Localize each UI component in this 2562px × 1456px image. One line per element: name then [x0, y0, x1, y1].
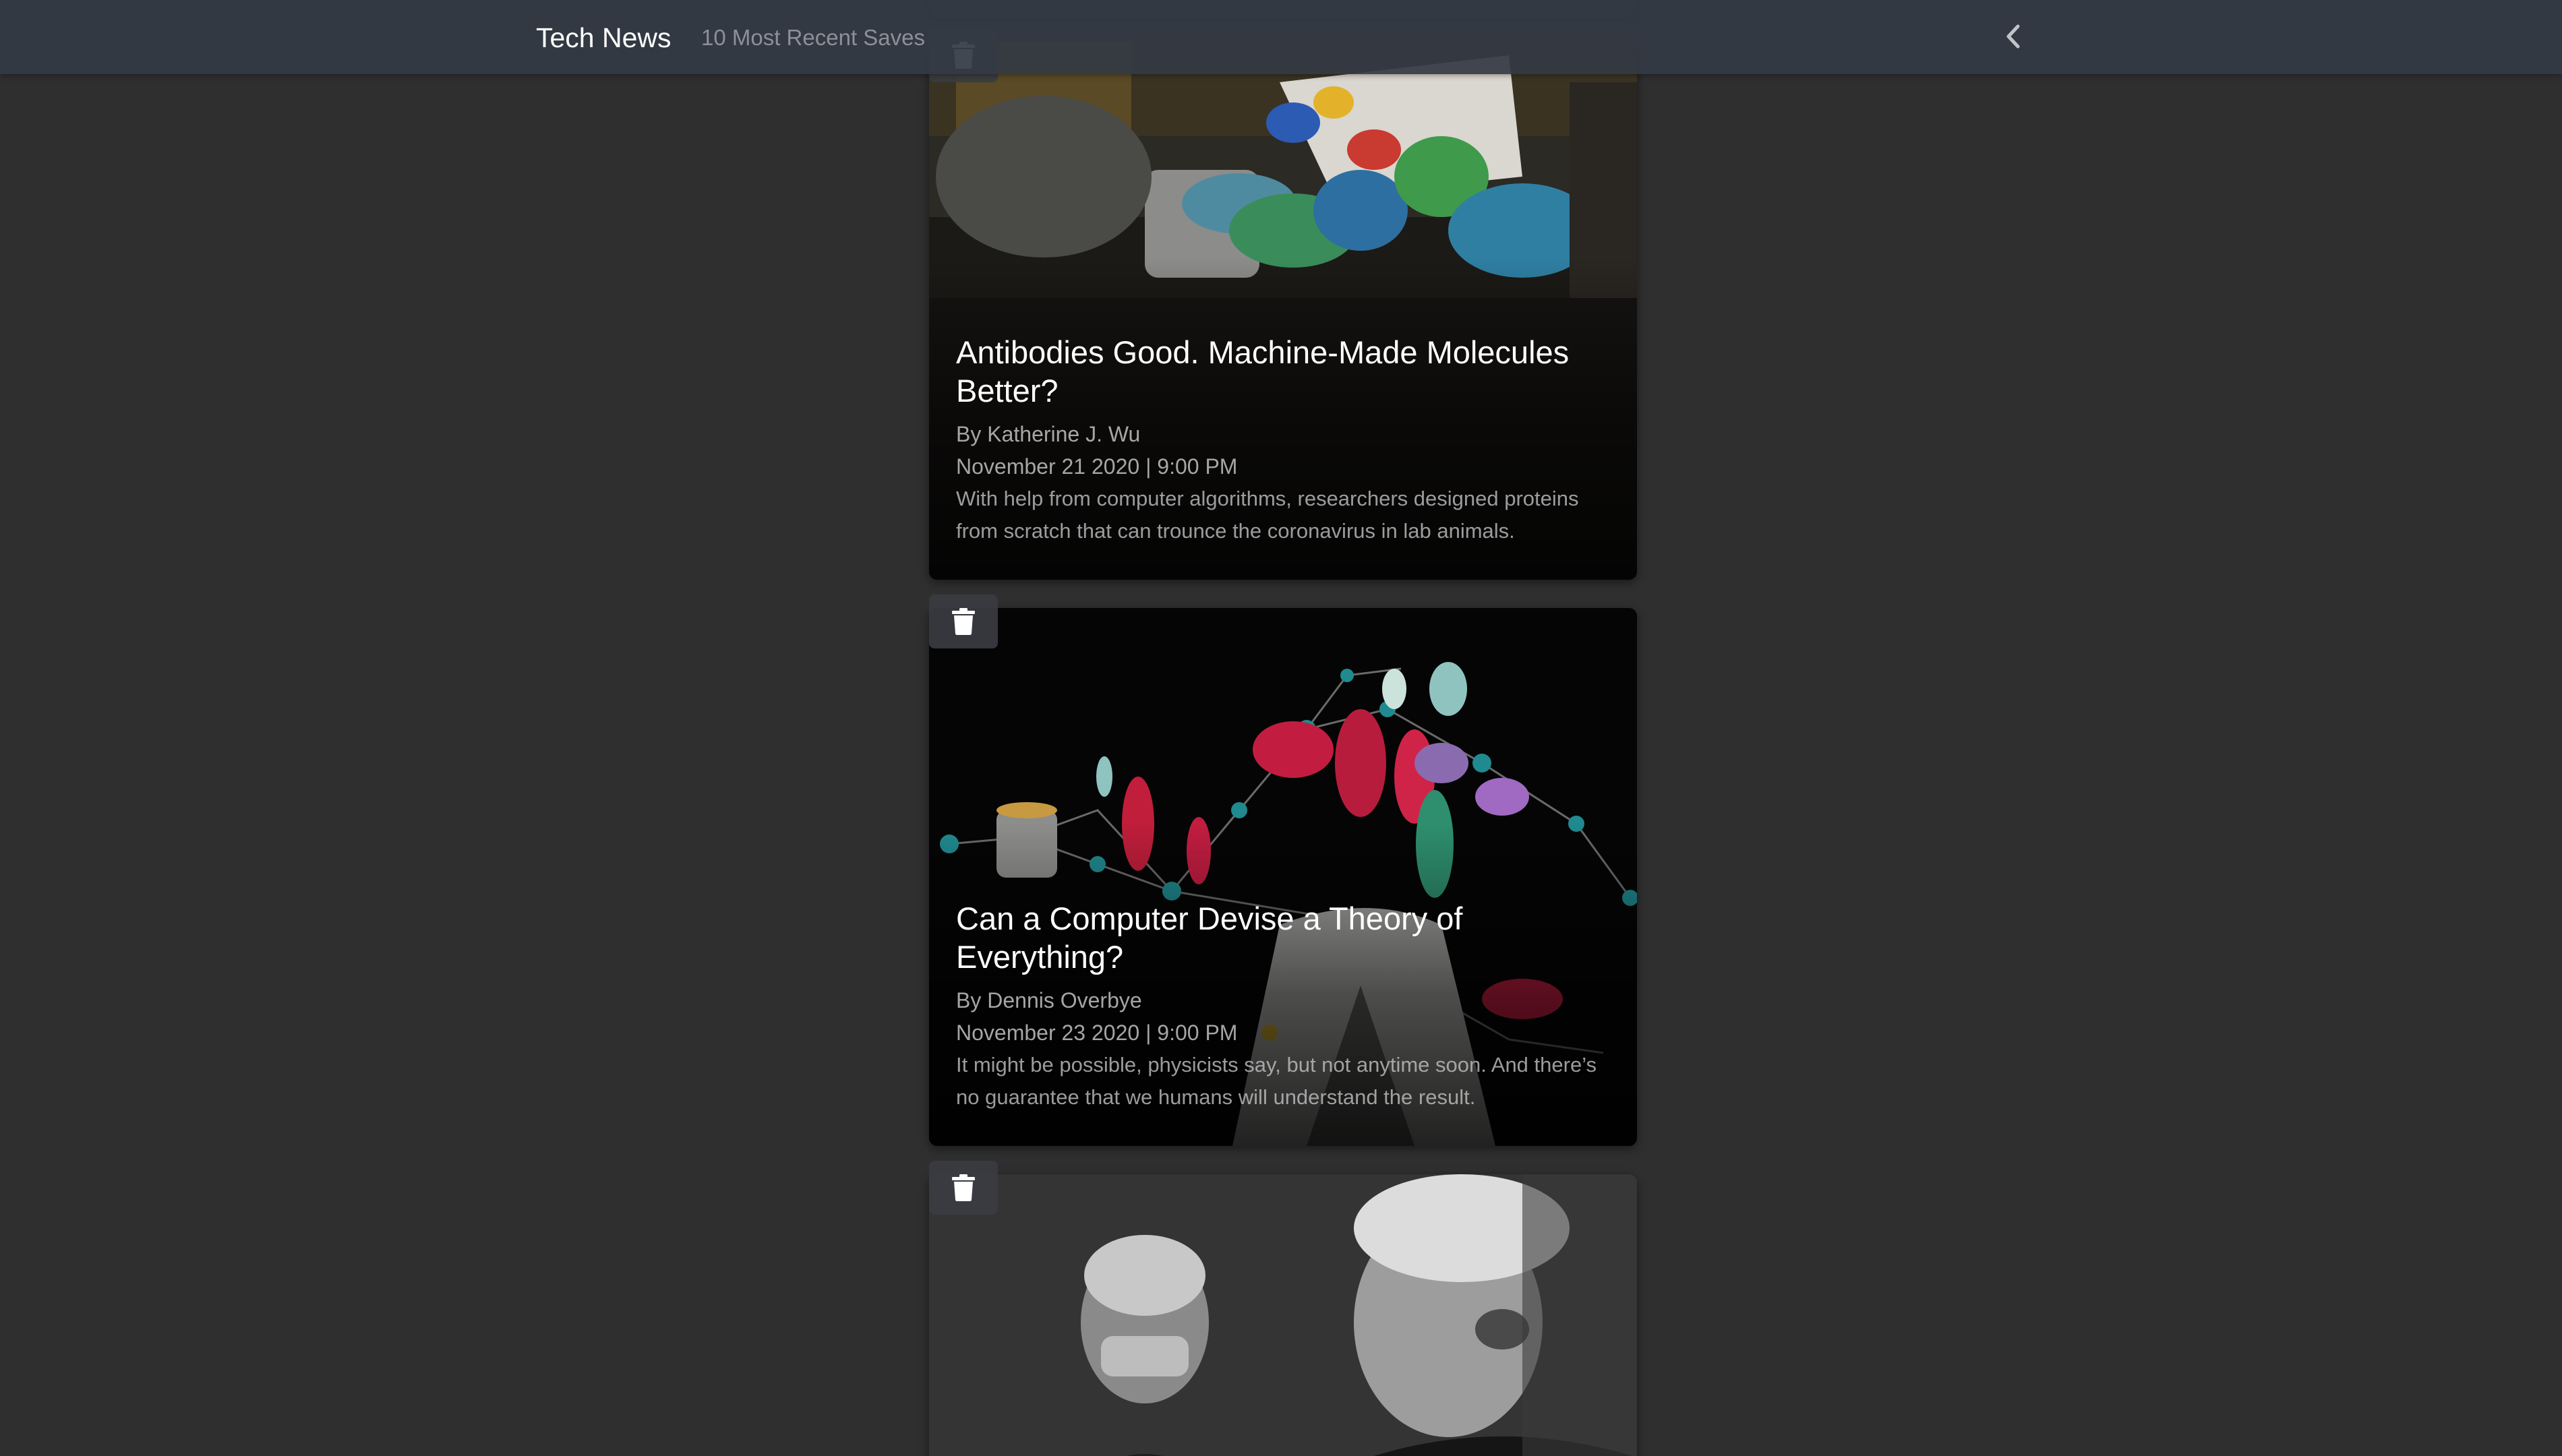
article-card[interactable]: Antibodies Good. Machine-Made Molecules … [929, 42, 1637, 580]
back-button[interactable] [1996, 20, 2031, 55]
article-date: November 21 2020 | 9:00 PM [956, 454, 1238, 479]
delete-button[interactable] [929, 1161, 998, 1215]
trash-icon [951, 1174, 976, 1202]
trash-icon [951, 607, 976, 636]
article-title[interactable]: Can a Computer Devise a Theory of Everyt… [956, 899, 1610, 976]
article-title[interactable]: Antibodies Good. Machine-Made Molecules … [956, 333, 1610, 410]
article-image [929, 1174, 1637, 1456]
article-author: By Dennis Overbye [956, 988, 1142, 1012]
article-description: With help from computer algorithms, rese… [956, 487, 1579, 543]
delete-button[interactable] [929, 595, 998, 648]
brand-title[interactable]: Tech News [536, 19, 672, 57]
article-description: It might be possible, physicists say, bu… [956, 1053, 1597, 1109]
article-card[interactable] [929, 1174, 1637, 1456]
article-date: November 23 2020 | 9:00 PM [956, 1021, 1238, 1045]
article-body: Antibodies Good. Machine-Made Molecules … [956, 333, 1610, 547]
article-body: Can a Computer Devise a Theory of Everyt… [956, 899, 1610, 1114]
navbar: Tech News 10 Most Recent Saves [0, 0, 2562, 74]
chevron-left-icon [2006, 24, 2021, 52]
article-card[interactable]: Can a Computer Devise a Theory of Everyt… [929, 608, 1637, 1146]
page: Antibodies Good. Machine-Made Molecules … [0, 0, 2562, 1456]
page-subtitle: 10 Most Recent Saves [701, 25, 925, 50]
article-author: By Katherine J. Wu [956, 422, 1141, 446]
